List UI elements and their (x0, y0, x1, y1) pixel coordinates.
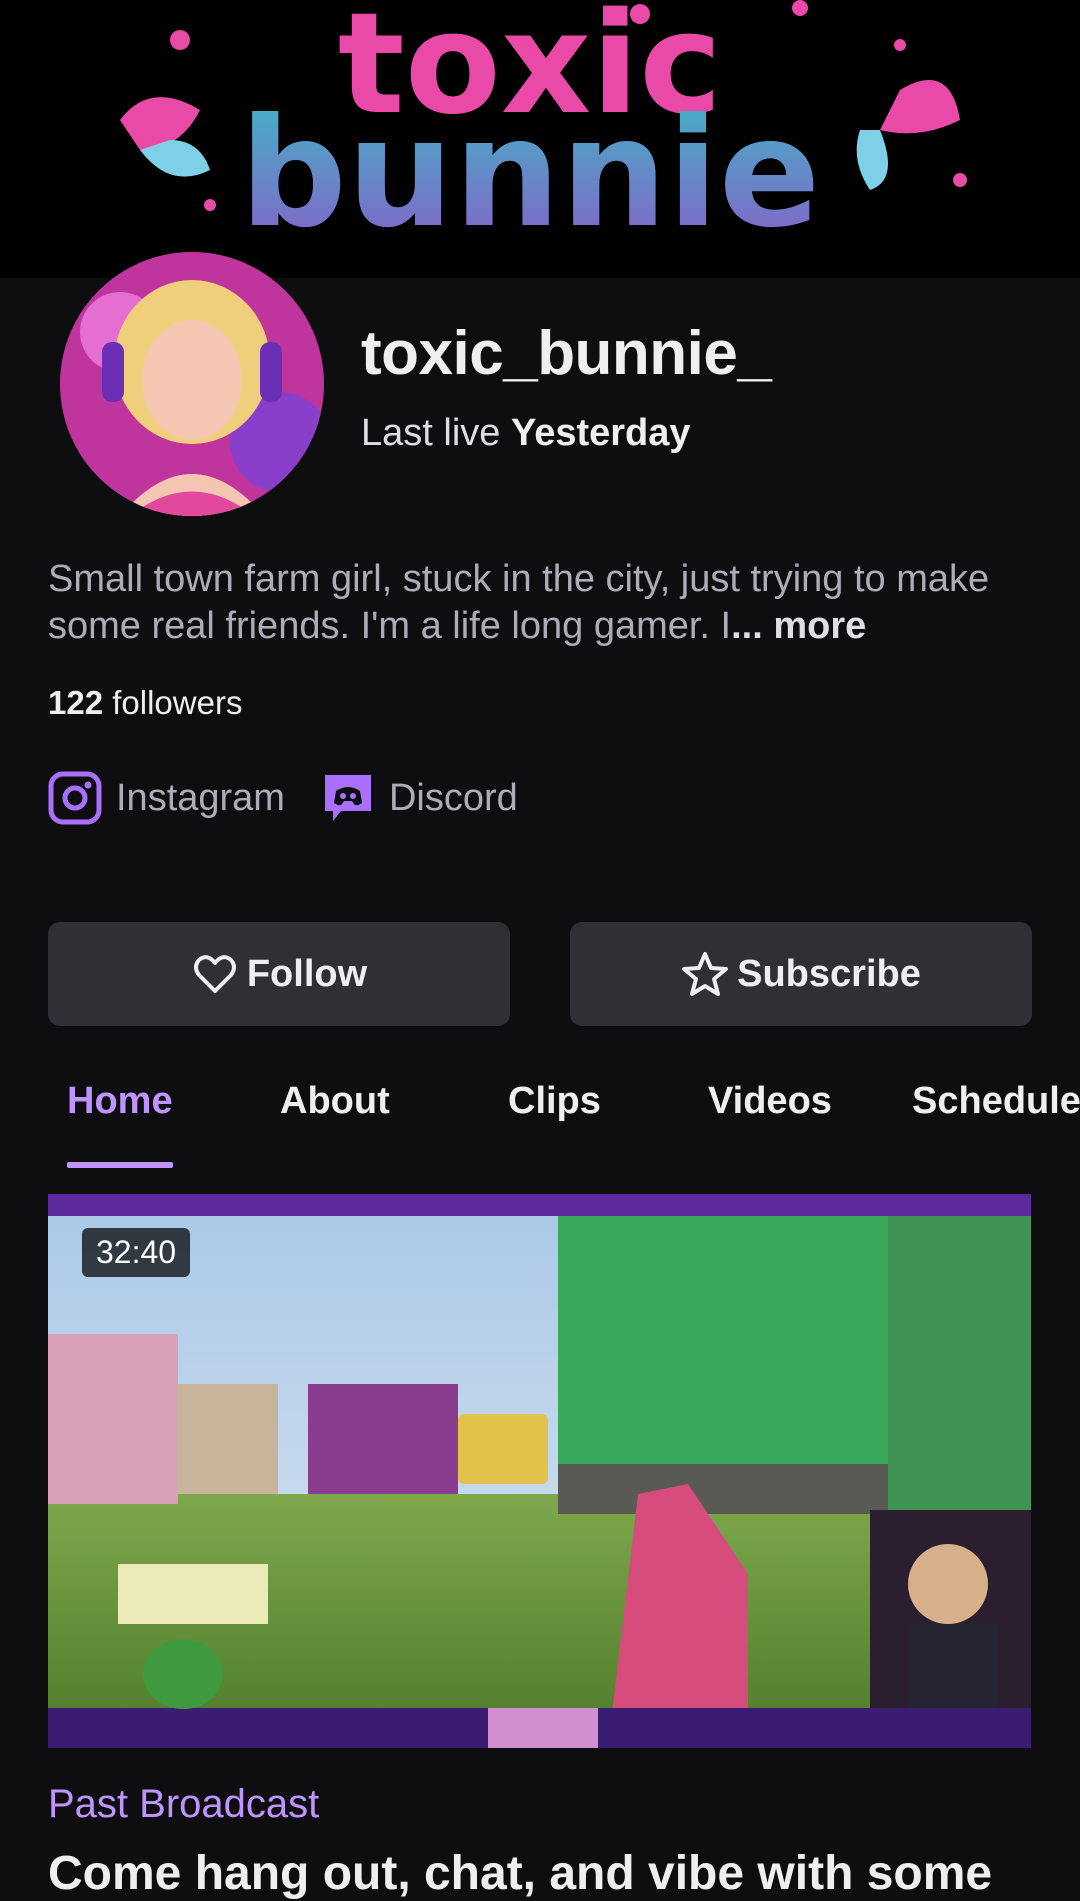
social-link-discord[interactable]: Discord (321, 771, 518, 825)
followers-label: followers (112, 684, 243, 721)
video-preview-image (48, 1194, 1031, 1748)
bio-more-link[interactable]: ... more (731, 605, 866, 647)
follow-button[interactable]: Follow (48, 922, 510, 1026)
heart-icon (193, 955, 236, 993)
last-live-label: Last live (361, 412, 501, 454)
channel-bio: Small town farm girl, stuck in the city,… (48, 556, 1038, 650)
followers-count: 122 followers (48, 684, 242, 722)
social-link-instagram[interactable]: Instagram (48, 771, 285, 825)
social-label: Instagram (116, 776, 285, 819)
svg-text:bunnie: bunnie (240, 87, 821, 261)
video-duration-badge: 32:40 (82, 1228, 191, 1277)
channel-tabs: Home About Clips Videos Schedule (0, 1062, 1080, 1172)
active-tab-indicator (67, 1162, 173, 1168)
star-icon (682, 952, 729, 996)
social-label: Discord (388, 776, 518, 819)
channel-avatar[interactable] (60, 252, 324, 516)
subscribe-button[interactable]: Subscribe (570, 922, 1032, 1026)
butterfly-left-icon (120, 97, 210, 177)
last-live-value: Yesterday (510, 412, 691, 454)
video-category-label: Past Broadcast (48, 1782, 320, 1826)
tab-home[interactable]: Home (67, 1080, 173, 1123)
butterfly-right-icon (856, 80, 960, 190)
tab-schedule[interactable]: Schedule (912, 1080, 1080, 1123)
tab-videos[interactable]: Videos (708, 1080, 832, 1123)
tab-about[interactable]: About (280, 1080, 390, 1123)
tab-clips[interactable]: Clips (508, 1080, 601, 1123)
followers-number: 122 (48, 684, 104, 721)
subscribe-label: Subscribe (737, 952, 921, 995)
video-title[interactable]: Come hang out, chat, and vibe with some (48, 1846, 992, 1901)
instagram-icon (48, 771, 102, 825)
discord-icon (324, 775, 371, 821)
social-links: Instagram Discord (48, 770, 518, 826)
video-thumbnail[interactable]: 32:40 (48, 1194, 1031, 1748)
channel-name: toxic_bunnie_ (361, 319, 772, 388)
channel-banner: toxic bunnie (0, 0, 1080, 278)
banner-logo-art: toxic bunnie (120, 0, 967, 261)
last-live: Last live Yesterday (361, 412, 691, 455)
follow-label: Follow (246, 952, 368, 995)
